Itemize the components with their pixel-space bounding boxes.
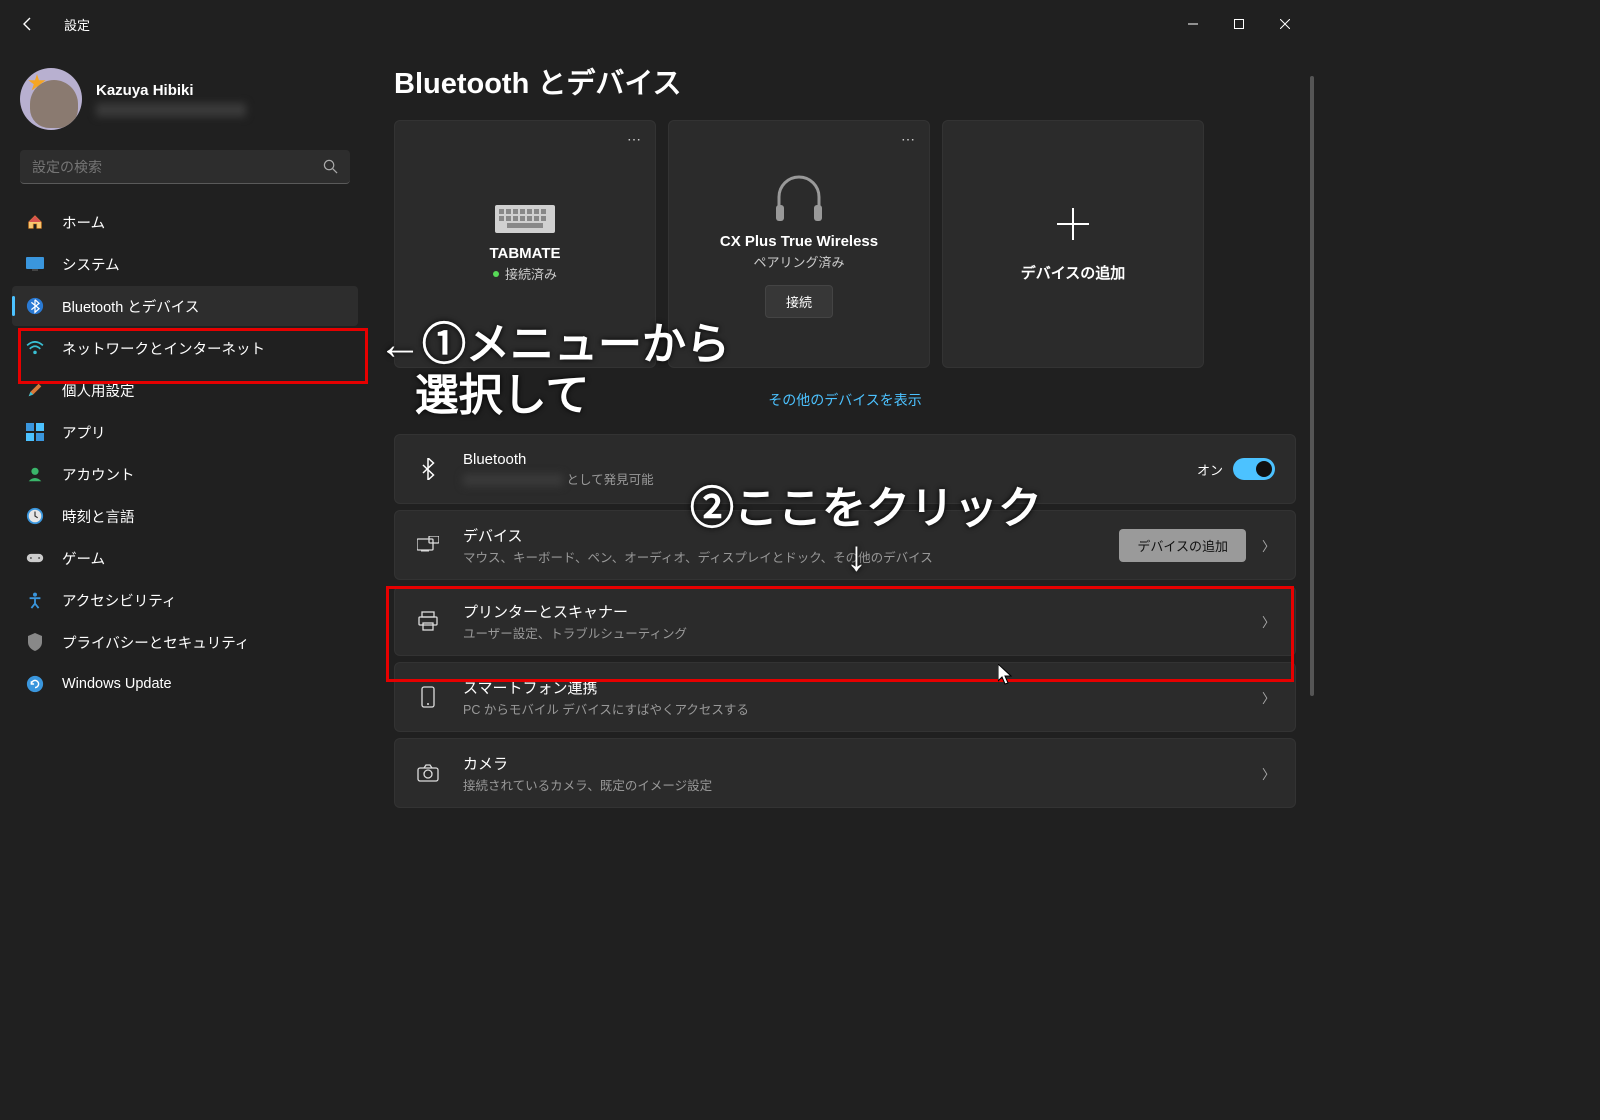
shield-icon bbox=[26, 633, 44, 651]
brush-icon bbox=[26, 381, 44, 399]
user-name: Kazuya Hibiki bbox=[96, 82, 246, 99]
bluetooth-icon bbox=[26, 297, 44, 315]
row-sub: ユーザー設定、トラブルシューティング bbox=[463, 623, 1262, 642]
devices-icon bbox=[415, 536, 441, 554]
window-title: 設定 bbox=[64, 15, 90, 34]
device-status: 接続済み bbox=[493, 264, 557, 283]
bluetooth-icon bbox=[415, 458, 441, 480]
nav-label: プライバシーとセキュリティ bbox=[62, 632, 249, 653]
sidebar-item-accessibility[interactable]: アクセシビリティ bbox=[12, 580, 358, 620]
sidebar-item-time[interactable]: 時刻と言語 bbox=[12, 496, 358, 536]
row-sub: として発見可能 bbox=[463, 469, 1197, 488]
home-icon bbox=[26, 213, 44, 231]
accessibility-icon bbox=[26, 591, 44, 609]
sidebar-item-apps[interactable]: アプリ bbox=[12, 412, 358, 452]
add-device-button[interactable]: デバイスの追加 bbox=[1119, 529, 1246, 562]
headphones-icon bbox=[771, 171, 827, 223]
nav-label: Bluetooth とデバイス bbox=[62, 296, 199, 317]
toggle-label: オン bbox=[1197, 460, 1223, 479]
sidebar-item-privacy[interactable]: プライバシーとセキュリティ bbox=[12, 622, 358, 662]
more-icon[interactable]: ⋯ bbox=[901, 131, 917, 148]
sidebar: Kazuya Hibiki ホーム システム Bluetooth とデバイス bbox=[0, 48, 370, 912]
row-sub: マウス、キーボード、ペン、オーディオ、ディスプレイとドック、その他のデバイス bbox=[463, 547, 1119, 566]
nav-label: 時刻と言語 bbox=[62, 506, 135, 527]
avatar bbox=[20, 68, 82, 130]
maximize-button[interactable] bbox=[1216, 8, 1262, 40]
chevron-right-icon: 〉 bbox=[1262, 536, 1275, 555]
more-icon[interactable]: ⋯ bbox=[627, 131, 643, 148]
nav-label: システム bbox=[62, 254, 120, 275]
printer-icon bbox=[415, 611, 441, 631]
row-title: デバイス bbox=[463, 525, 1119, 546]
row-title: Bluetooth bbox=[463, 451, 1197, 468]
gamepad-icon bbox=[26, 549, 44, 567]
nav-label: ゲーム bbox=[62, 548, 105, 569]
row-title: プリンターとスキャナー bbox=[463, 601, 1262, 622]
titlebar: 設定 bbox=[0, 0, 1316, 48]
device-name: CX Plus True Wireless bbox=[720, 233, 878, 250]
nav-label: ネットワークとインターネット bbox=[62, 338, 265, 359]
sidebar-item-gaming[interactable]: ゲーム bbox=[12, 538, 358, 578]
row-title: スマートフォン連携 bbox=[463, 677, 1262, 698]
sidebar-item-home[interactable]: ホーム bbox=[12, 202, 358, 242]
chevron-right-icon: 〉 bbox=[1262, 688, 1275, 707]
chevron-right-icon: 〉 bbox=[1262, 764, 1275, 783]
sidebar-item-account[interactable]: アカウント bbox=[12, 454, 358, 494]
sidebar-item-personalization[interactable]: 個人用設定 bbox=[12, 370, 358, 410]
page-title: Bluetooth とデバイス bbox=[394, 60, 1296, 102]
status-dot-icon bbox=[493, 271, 499, 277]
search-box[interactable] bbox=[20, 150, 350, 184]
sidebar-item-system[interactable]: システム bbox=[12, 244, 358, 284]
device-name: TABMATE bbox=[489, 245, 560, 262]
system-icon bbox=[26, 255, 44, 273]
search-icon bbox=[323, 159, 338, 174]
sidebar-item-bluetooth[interactable]: Bluetooth とデバイス bbox=[12, 286, 358, 326]
minimize-button[interactable] bbox=[1170, 8, 1216, 40]
device-status: ペアリング済み bbox=[753, 252, 844, 271]
row-sub: PC からモバイル デバイスにすばやくアクセスする bbox=[463, 699, 1262, 718]
content: Bluetooth とデバイス ⋯ TABMATE 接続済み ⋯ CX Plus… bbox=[370, 48, 1316, 912]
nav-label: アクセシビリティ bbox=[62, 590, 176, 611]
nav-label: Windows Update bbox=[62, 676, 172, 692]
sidebar-item-update[interactable]: Windows Update bbox=[12, 664, 358, 704]
back-button[interactable] bbox=[8, 4, 48, 44]
bluetooth-toggle-row[interactable]: Bluetooth として発見可能 オン bbox=[394, 434, 1296, 504]
search-input[interactable] bbox=[32, 159, 323, 175]
printers-row[interactable]: プリンターとスキャナー ユーザー設定、トラブルシューティング 〉 bbox=[394, 586, 1296, 656]
keyboard-icon bbox=[495, 205, 555, 235]
user-section[interactable]: Kazuya Hibiki bbox=[8, 60, 362, 146]
bluetooth-toggle-switch[interactable] bbox=[1233, 458, 1275, 480]
camera-icon bbox=[415, 764, 441, 782]
close-button[interactable] bbox=[1262, 8, 1308, 40]
clock-icon bbox=[26, 507, 44, 525]
plus-icon bbox=[1055, 206, 1091, 242]
account-icon bbox=[26, 465, 44, 483]
devices-row[interactable]: デバイス マウス、キーボード、ペン、オーディオ、ディスプレイとドック、その他のデ… bbox=[394, 510, 1296, 580]
row-sub: 接続されているカメラ、既定のイメージ設定 bbox=[463, 775, 1262, 794]
connect-button[interactable]: 接続 bbox=[765, 285, 833, 318]
nav-list: ホーム システム Bluetooth とデバイス ネットワークとインターネット … bbox=[8, 196, 362, 710]
phone-link-row[interactable]: スマートフォン連携 PC からモバイル デバイスにすばやくアクセスする 〉 bbox=[394, 662, 1296, 732]
device-card-tabmate[interactable]: ⋯ TABMATE 接続済み bbox=[394, 120, 656, 368]
device-card-cxplus[interactable]: ⋯ CX Plus True Wireless ペアリング済み 接続 bbox=[668, 120, 930, 368]
add-device-card[interactable]: デバイスの追加 bbox=[942, 120, 1204, 368]
user-email-hidden bbox=[96, 103, 246, 117]
chevron-right-icon: 〉 bbox=[1262, 612, 1275, 631]
nav-label: アカウント bbox=[62, 464, 135, 485]
apps-icon bbox=[26, 423, 44, 441]
update-icon bbox=[26, 675, 44, 693]
show-more-devices-link[interactable]: その他のデバイスを表示 bbox=[394, 380, 1296, 420]
sidebar-item-network[interactable]: ネットワークとインターネット bbox=[12, 328, 358, 368]
scrollbar[interactable] bbox=[1310, 76, 1314, 696]
nav-label: 個人用設定 bbox=[62, 380, 135, 401]
nav-label: ホーム bbox=[62, 212, 105, 233]
phone-icon bbox=[415, 686, 441, 708]
add-device-label: デバイスの追加 bbox=[1021, 262, 1126, 283]
row-title: カメラ bbox=[463, 753, 1262, 774]
nav-label: アプリ bbox=[62, 422, 106, 443]
wifi-icon bbox=[26, 339, 44, 357]
camera-row[interactable]: カメラ 接続されているカメラ、既定のイメージ設定 〉 bbox=[394, 738, 1296, 808]
